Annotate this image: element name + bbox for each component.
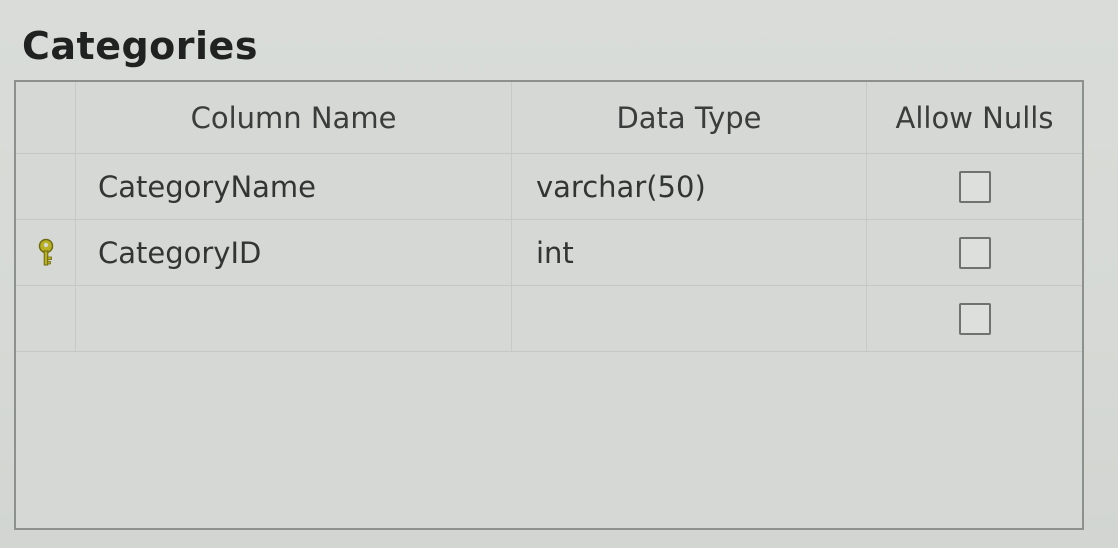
data-type-cell[interactable]: int bbox=[512, 220, 867, 285]
table-title: Categories bbox=[22, 24, 258, 68]
table-row[interactable]: CategoryName varchar(50) bbox=[16, 154, 1082, 220]
column-name-cell[interactable]: CategoryID bbox=[76, 220, 512, 285]
column-name-header[interactable]: Column Name bbox=[76, 82, 512, 153]
allow-nulls-checkbox[interactable] bbox=[958, 302, 991, 335]
column-name-cell[interactable]: CategoryName bbox=[76, 154, 512, 219]
data-type-header[interactable]: Data Type bbox=[512, 82, 867, 153]
allow-nulls-cell bbox=[867, 220, 1082, 285]
key-icon bbox=[38, 238, 53, 265]
allow-nulls-header[interactable]: Allow Nulls bbox=[867, 82, 1082, 153]
columns-grid: Column Name Data Type Allow Nulls Catego… bbox=[14, 80, 1084, 530]
grid-header-row: Column Name Data Type Allow Nulls bbox=[16, 82, 1082, 154]
data-type-cell[interactable]: varchar(50) bbox=[512, 154, 867, 219]
allow-nulls-cell bbox=[867, 154, 1082, 219]
column-name-cell[interactable] bbox=[76, 286, 512, 351]
table-row[interactable]: CategoryID int bbox=[16, 220, 1082, 286]
allow-nulls-checkbox[interactable] bbox=[958, 170, 991, 203]
allow-nulls-checkbox[interactable] bbox=[958, 236, 991, 269]
row-selector[interactable] bbox=[16, 220, 76, 285]
table-designer-window: Categories Column Name Data Type Allow N… bbox=[0, 0, 1118, 548]
row-selector[interactable] bbox=[16, 286, 76, 351]
row-selector[interactable] bbox=[16, 154, 76, 219]
row-selector-header[interactable] bbox=[16, 82, 76, 153]
data-type-cell[interactable] bbox=[512, 286, 867, 351]
allow-nulls-cell bbox=[867, 286, 1082, 351]
table-row[interactable] bbox=[16, 286, 1082, 352]
